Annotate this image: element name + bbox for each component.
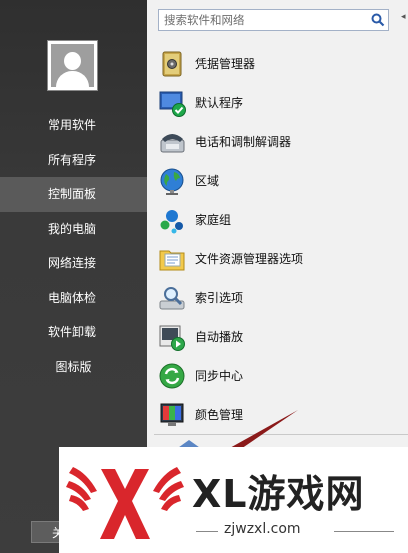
- region-globe-icon: [160, 168, 184, 195]
- phone-modem-icon: [160, 133, 185, 152]
- list-item[interactable]: 凭据管理器: [157, 44, 397, 83]
- watermark-title: XL游戏网: [192, 472, 365, 516]
- list-item[interactable]: 家庭组: [157, 200, 397, 239]
- watermark-overlay: XL游戏网 zjwzxl.com: [59, 447, 408, 553]
- watermark-logo-icon: [66, 467, 184, 539]
- watermark-rule-left: [196, 531, 218, 532]
- control-panel-items: 凭据管理器 默认程序 电话和调制解调器 区域 家庭组 文件资源管理器选项 索引选…: [157, 44, 397, 434]
- sidebar-item-control-panel[interactable]: 控制面板: [0, 177, 147, 212]
- folder-options-icon: [159, 250, 185, 270]
- autoplay-icon: [159, 325, 185, 351]
- search-box: [158, 9, 389, 31]
- sidebar-item-all-programs[interactable]: 所有程序: [0, 143, 147, 178]
- list-item-label: 同步中心: [195, 369, 244, 383]
- scroll-arrow-icon[interactable]: ◂: [401, 12, 406, 22]
- sidebar-item-common-software[interactable]: 常用软件: [0, 108, 147, 143]
- watermark-url: zjwzxl.com: [224, 521, 301, 537]
- list-item[interactable]: 同步中心: [157, 356, 397, 395]
- credential-manager-icon: [162, 51, 182, 76]
- list-divider: [154, 434, 408, 435]
- search-icon[interactable]: [370, 12, 386, 28]
- list-item-label: 自动播放: [195, 330, 244, 344]
- list-item[interactable]: 电话和调制解调器: [157, 122, 397, 161]
- list-item-label: 索引选项: [195, 291, 244, 305]
- sync-center-icon: [159, 363, 185, 388]
- indexing-options-icon: [159, 286, 185, 309]
- user-silhouette-icon: [51, 44, 94, 87]
- list-item-label: 文件资源管理器选项: [195, 252, 304, 266]
- sidebar-nav: 常用软件 所有程序 控制面板 我的电脑 网络连接 电脑体检 软件卸载 图标版: [0, 108, 147, 384]
- list-item-label: 电话和调制解调器: [195, 135, 292, 149]
- sidebar-item-uninstall[interactable]: 软件卸载: [0, 315, 147, 350]
- sidebar-item-network[interactable]: 网络连接: [0, 246, 147, 281]
- user-avatar[interactable]: [47, 40, 98, 91]
- list-item-label: 区域: [195, 174, 220, 188]
- sidebar-item-my-computer[interactable]: 我的电脑: [0, 212, 147, 247]
- list-item-label: 颜色管理: [195, 408, 244, 422]
- sidebar-item-pc-checkup[interactable]: 电脑体检: [0, 281, 147, 316]
- list-item[interactable]: 区域: [157, 161, 397, 200]
- list-item[interactable]: 颜色管理: [157, 395, 397, 434]
- default-programs-icon: [159, 91, 186, 117]
- list-item-label: 默认程序: [195, 96, 244, 110]
- sidebar-item-icon-view[interactable]: 图标版: [0, 350, 147, 385]
- watermark-rule-right: [334, 531, 394, 532]
- color-management-icon: [160, 403, 184, 426]
- search-input[interactable]: [164, 12, 364, 28]
- list-item-label: 家庭组: [195, 213, 232, 227]
- list-item-label: 凭据管理器: [195, 57, 256, 71]
- homegroup-icon: [160, 209, 183, 233]
- list-item[interactable]: 文件资源管理器选项: [157, 239, 397, 278]
- list-item[interactable]: 自动播放: [157, 317, 397, 356]
- list-item[interactable]: 默认程序: [157, 83, 397, 122]
- list-item[interactable]: 索引选项: [157, 278, 397, 317]
